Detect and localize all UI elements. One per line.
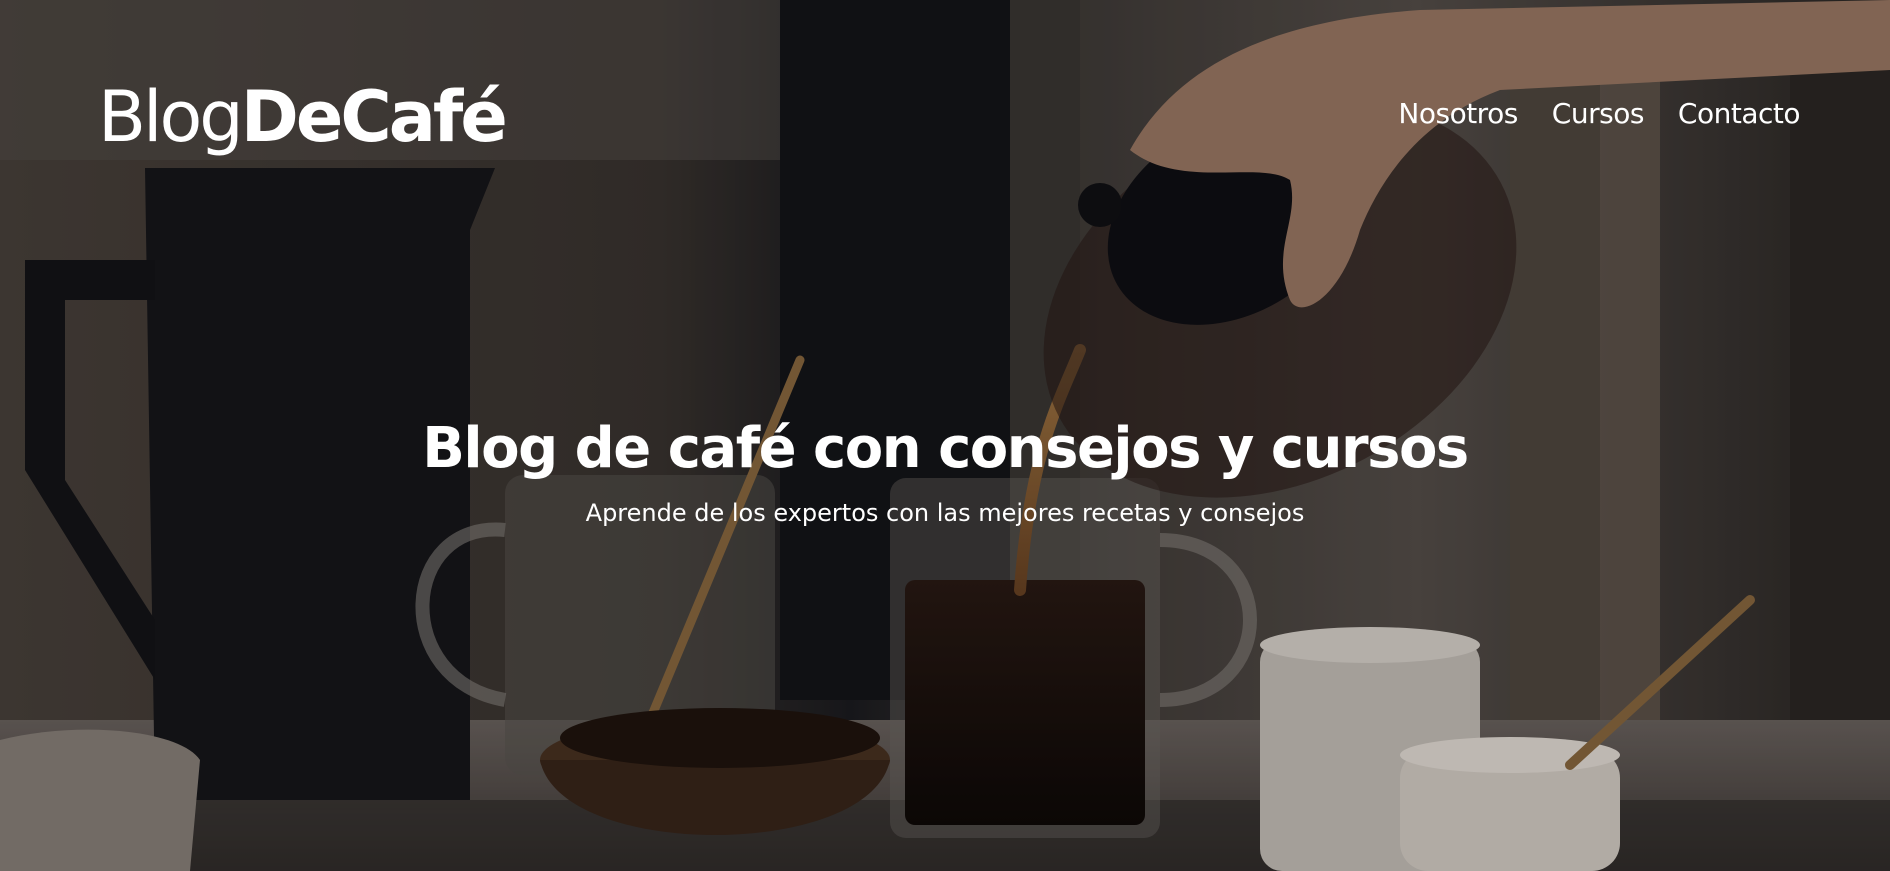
nav-link-cursos[interactable]: Cursos: [1552, 96, 1645, 132]
site-logo[interactable]: BlogDeCafé: [98, 76, 508, 158]
hero-section: BlogDeCafé Nosotros Cursos Contacto Blog…: [0, 0, 1890, 871]
hero-title: Blog de café con consejos y cursos: [422, 416, 1469, 481]
logo-bold-text: DeCafé: [240, 76, 508, 158]
main-navigation: Nosotros Cursos Contacto: [1398, 96, 1800, 132]
logo-light-text: Blog: [98, 76, 244, 158]
nav-link-contacto[interactable]: Contacto: [1678, 96, 1801, 132]
hero-subtitle: Aprende de los expertos con las mejores …: [585, 499, 1305, 527]
nav-link-nosotros[interactable]: Nosotros: [1398, 96, 1518, 132]
